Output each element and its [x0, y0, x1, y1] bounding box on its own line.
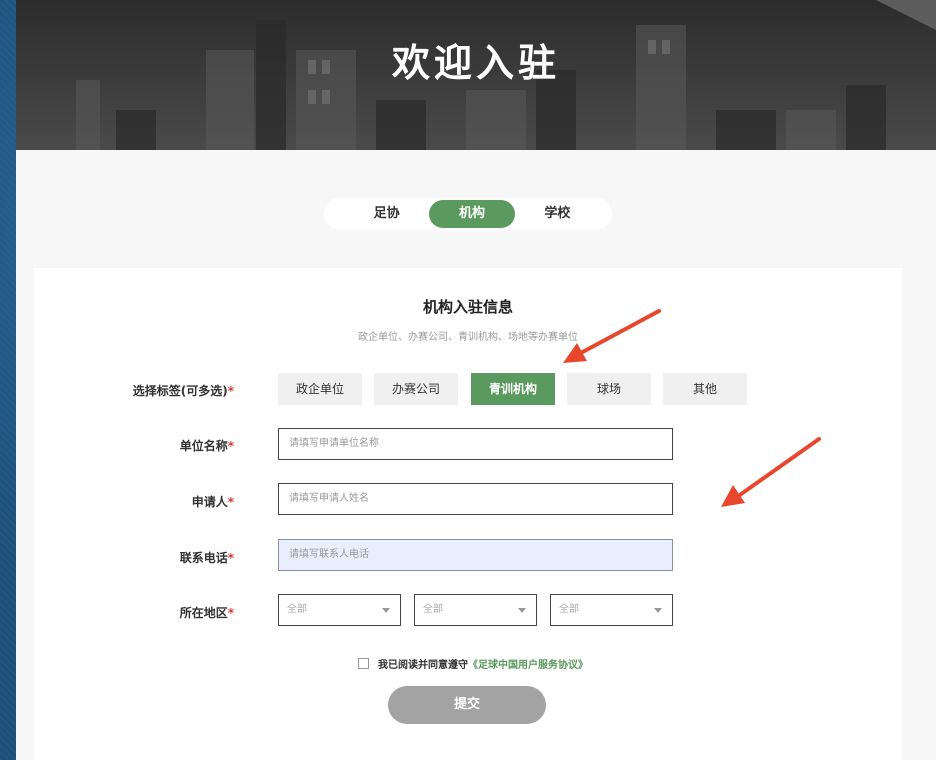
tab-institution[interactable]: 机构: [429, 200, 515, 228]
region-label: 所在地区*: [34, 604, 234, 621]
district-select-value: 全部: [559, 604, 579, 615]
city-select[interactable]: 全部: [414, 594, 537, 626]
phone-input[interactable]: 请填写联系人电话: [278, 539, 673, 571]
tab-football-association[interactable]: 足协: [344, 200, 429, 228]
agreement-link[interactable]: 《足球中国用户服务协议》: [468, 656, 588, 671]
annotation-arrow-icon: [563, 309, 661, 363]
org-name-input[interactable]: 请填写申请单位名称: [278, 428, 673, 460]
applicant-input[interactable]: 请填写申请人姓名: [278, 483, 673, 515]
tag-youth-training[interactable]: 青训机构: [471, 373, 555, 405]
agreement-checkbox[interactable]: [358, 658, 369, 669]
tag-other[interactable]: 其他: [663, 373, 747, 405]
welcome-banner: 欢迎入驻: [16, 0, 936, 150]
required-mark: *: [227, 551, 234, 565]
tag-gov-enterprise[interactable]: 政企单位: [278, 373, 362, 405]
applicant-label: 申请人*: [34, 493, 234, 510]
phone-label: 联系电话*: [34, 549, 234, 566]
province-select-value: 全部: [287, 604, 307, 615]
banner-title: 欢迎入驻: [391, 41, 560, 85]
tag-stadium[interactable]: 球场: [567, 373, 651, 405]
banner-corner-decoration: [876, 0, 936, 30]
required-mark: *: [227, 384, 234, 398]
required-mark: *: [227, 495, 234, 509]
agreement-text: 我已阅读并同意遵守: [378, 660, 468, 671]
agreement-row: 我已阅读并同意遵守 《足球中国用户服务协议》: [358, 656, 588, 671]
applicant-label-text: 申请人: [191, 495, 228, 509]
org-name-label: 单位名称*: [34, 437, 234, 454]
chevron-down-icon: [654, 608, 662, 613]
tab-school[interactable]: 学校: [515, 200, 600, 228]
city-select-value: 全部: [423, 604, 443, 615]
annotation-arrow-icon: [721, 437, 821, 507]
chevron-down-icon: [382, 608, 390, 613]
submit-button[interactable]: 提交: [388, 686, 546, 724]
form-subtitle: 政企单位、办赛公司、青训机构、场地等办赛单位: [358, 332, 578, 343]
tag-event-company[interactable]: 办赛公司: [374, 373, 458, 405]
tags-label: 选择标签(可多选)*: [34, 382, 234, 399]
province-select[interactable]: 全部: [278, 594, 401, 626]
application-form-card: 机构入驻信息 政企单位、办赛公司、青训机构、场地等办赛单位 选择标签(可多选)*…: [34, 268, 902, 760]
district-select[interactable]: 全部: [550, 594, 673, 626]
form-title: 机构入驻信息: [422, 298, 513, 316]
org-name-label-text: 单位名称: [179, 439, 228, 453]
org-type-tabs: 足协 机构 学校: [324, 198, 612, 230]
tags-label-text: 选择标签(可多选): [132, 384, 228, 398]
required-mark: *: [227, 439, 234, 453]
phone-label-text: 联系电话: [179, 551, 228, 565]
chevron-down-icon: [518, 608, 526, 613]
required-mark: *: [227, 606, 234, 620]
region-label-text: 所在地区: [179, 606, 228, 620]
